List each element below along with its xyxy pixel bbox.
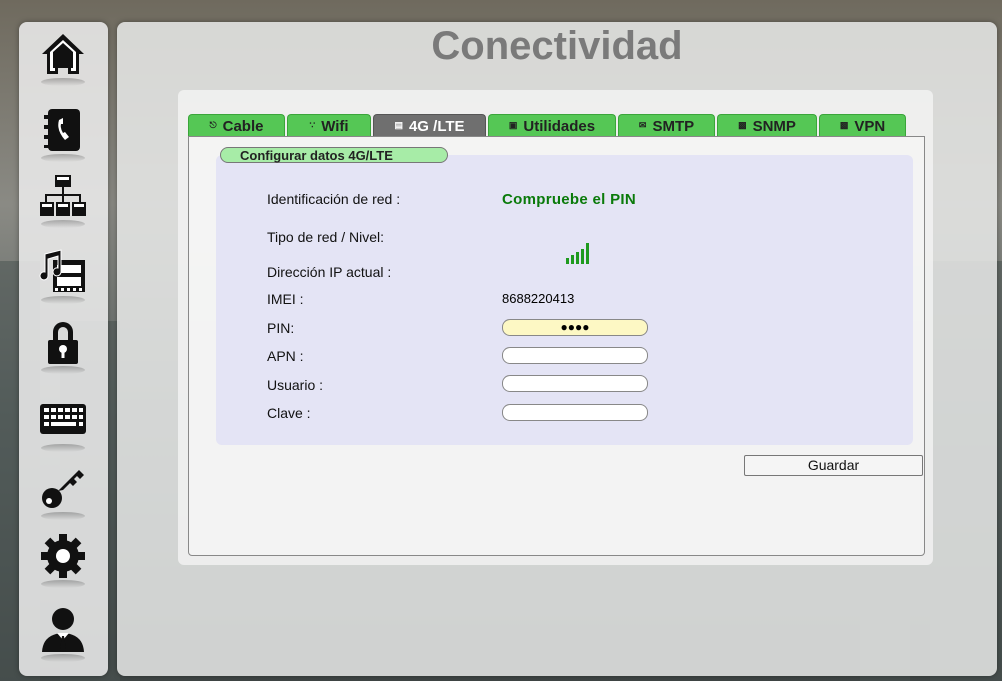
page-title: Conectividad: [431, 24, 683, 68]
tools-icon: ▣: [508, 120, 518, 130]
pin-input[interactable]: ●●●●: [502, 319, 648, 336]
tab-utilidades[interactable]: ▣ Utilidades: [488, 114, 616, 136]
ip-label: Dirección IP actual :: [267, 264, 392, 280]
mail-icon: ✉: [638, 120, 647, 130]
network-icon: [40, 175, 86, 216]
sidebar-item-keyboard[interactable]: [37, 396, 89, 452]
signal-strength-icon: [566, 242, 592, 264]
pin-label: PIN:: [267, 320, 295, 336]
gear-icon: [41, 534, 85, 578]
user-label: Usuario :: [267, 377, 324, 393]
sidebar-item-settings[interactable]: [37, 532, 89, 588]
document-icon: ▩: [738, 120, 747, 130]
tab-smtp[interactable]: ✉ SMTP: [618, 114, 715, 136]
network-type-label: Tipo de red / Nivel:: [267, 229, 384, 245]
cellular-icon: ▤: [394, 120, 403, 130]
ethernet-icon: ⎋: [209, 120, 217, 130]
main-panel: Conectividad ⎋ Cable ∵ Wifi ▤ 4G /LTE ▣ Util…: [117, 22, 997, 676]
tab-vpn[interactable]: ▩ VPN: [819, 114, 906, 136]
document-icon: ▩: [839, 120, 849, 130]
sidebar: [19, 22, 108, 676]
sidebar-item-keys[interactable]: [37, 464, 89, 520]
tab-4g-lte[interactable]: ▤ 4G /LTE: [373, 114, 486, 136]
home-icon: [42, 34, 84, 74]
sidebar-item-media[interactable]: [37, 248, 89, 304]
password-input[interactable]: [502, 404, 648, 421]
tab-content-4g: Identificación de red : Compruebe el PIN…: [188, 136, 925, 556]
media-icon: [39, 249, 85, 292]
connectivity-panel: ⎋ Cable ∵ Wifi ▤ 4G /LTE ▣ Utilidades ✉ SMTP …: [178, 90, 933, 565]
apn-input[interactable]: [502, 347, 648, 364]
form-box: Identificación de red : Compruebe el PIN…: [216, 155, 913, 445]
sidebar-item-network[interactable]: [37, 172, 89, 228]
sidebar-item-security[interactable]: [37, 318, 89, 374]
sidebar-item-user[interactable]: [37, 606, 89, 662]
save-button[interactable]: Guardar: [744, 455, 923, 476]
user-icon: [42, 608, 84, 652]
phonebook-icon: [44, 109, 80, 151]
password-label: Clave :: [267, 405, 311, 421]
tab-snmp[interactable]: ▩ SNMP: [717, 114, 817, 136]
tab-cable[interactable]: ⎋ Cable: [188, 114, 285, 136]
lock-icon: [48, 322, 78, 364]
imei-label: IMEI :: [267, 291, 304, 307]
tab-wifi[interactable]: ∵ Wifi: [287, 114, 371, 136]
network-id-label: Identificación de red :: [267, 191, 401, 207]
keyboard-icon: [40, 404, 86, 434]
apn-label: APN :: [267, 348, 304, 364]
key-icon: [42, 470, 84, 508]
imei-value: 8688220413: [502, 291, 575, 306]
section-title: Configurar datos 4G/LTE: [220, 147, 448, 163]
sidebar-item-home[interactable]: [37, 30, 89, 86]
user-input[interactable]: [502, 375, 648, 392]
sidebar-item-phonebook[interactable]: [37, 106, 89, 162]
network-id-value: Compruebe el PIN: [502, 191, 636, 208]
wifi-icon: ∵: [309, 120, 316, 130]
